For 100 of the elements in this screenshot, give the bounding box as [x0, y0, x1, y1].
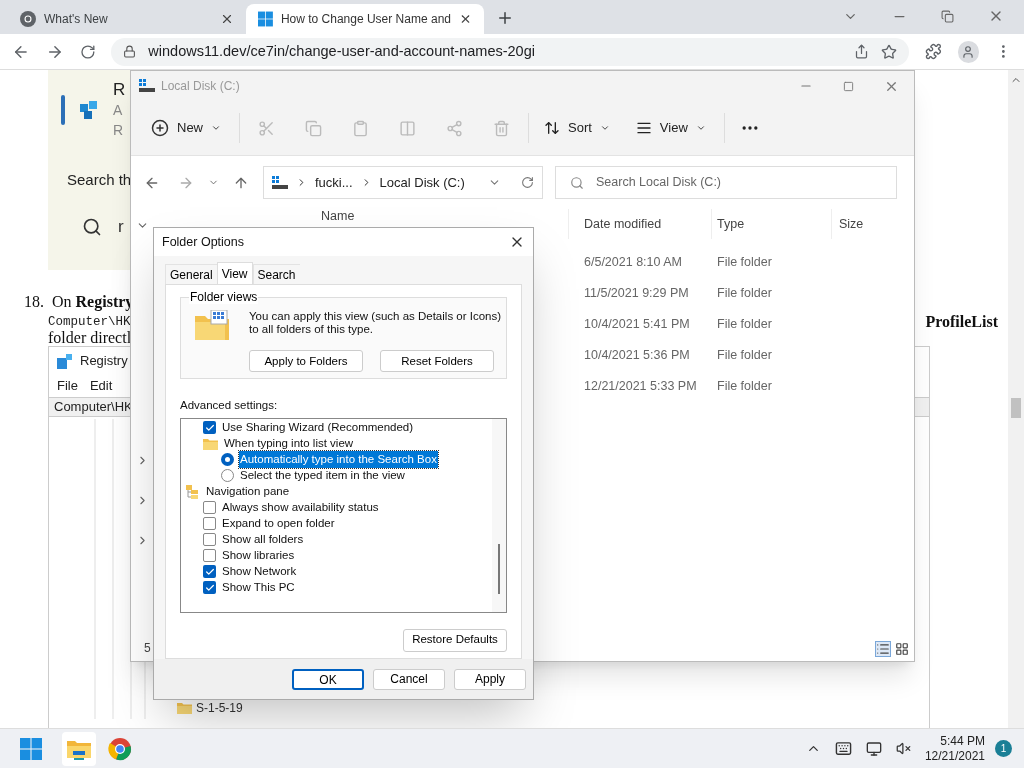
checkbox[interactable]	[203, 549, 216, 563]
clock-time: 5:44 PM	[940, 733, 985, 749]
close-icon[interactable]	[459, 12, 472, 26]
date-cell-text: 12/21/2021 5:33 PM	[583, 378, 698, 396]
url-text: windows11.dev/ce7in/change-user-and-account-names-20gi	[148, 41, 536, 61]
folder-view-button[interactable]: Reset Folders	[380, 350, 494, 373]
checkbox[interactable]	[203, 421, 216, 435]
share-icon[interactable]	[853, 44, 869, 59]
checkbox[interactable]	[203, 517, 216, 531]
clock-date: 12/21/2021	[924, 748, 985, 764]
setting-label: When typing into list view	[223, 435, 355, 451]
menu-item[interactable]: Edit	[89, 376, 113, 396]
code-path: Computer\HK	[48, 313, 131, 331]
dialog-tab[interactable]: View	[216, 262, 253, 285]
browser-tab[interactable]: How to Change User Name and	[246, 4, 484, 34]
clock[interactable]: 5:44 PM 12/21/2021	[924, 733, 985, 764]
search-icon	[570, 175, 584, 190]
checkbox[interactable]	[203, 581, 216, 595]
keyboard-icon[interactable]	[834, 740, 852, 757]
chrome-taskbar-icon[interactable]	[108, 736, 132, 761]
sort-arrows-icon	[544, 120, 560, 136]
bookmark-star-icon[interactable]	[880, 43, 897, 60]
search-heading: Search th	[67, 171, 132, 188]
window-title: Local Disk (C:)	[161, 78, 240, 95]
address-bar[interactable]: windows11.dev/ce7in/change-user-and-account-names-20gi	[111, 37, 909, 66]
card-text: A	[113, 101, 124, 120]
windows-logo-icon	[258, 11, 273, 27]
checkbox[interactable]	[203, 565, 216, 579]
folder-view-button[interactable]: Apply to Folders	[249, 350, 363, 373]
column-header[interactable]: Size	[831, 209, 911, 239]
setting-label: Use Sharing Wizard (Recommended)	[221, 419, 415, 435]
drive-icon	[139, 79, 155, 93]
dialog-button[interactable]: Cancel	[373, 668, 445, 690]
body-text: folder directl	[48, 328, 132, 348]
file-explorer-taskbar-icon[interactable]	[62, 731, 96, 766]
setting-label: Show all folders	[221, 531, 305, 547]
dialog-title: Folder Options	[162, 233, 245, 251]
setting-label: Show This PC	[221, 579, 296, 595]
search-field[interactable]: Search Local Disk (C:)	[555, 166, 897, 199]
browser-tab[interactable]: What's New	[8, 4, 246, 34]
type-cell-text: File folder	[716, 285, 773, 303]
restore-icon[interactable]	[941, 9, 954, 23]
drive-icon	[272, 175, 288, 190]
type-cell-text: File folder	[716, 316, 773, 334]
tiles-view-icon[interactable]	[895, 642, 909, 656]
caret-icon	[211, 123, 221, 133]
menu-item[interactable]: File	[57, 376, 78, 396]
sort-button[interactable]: Sort	[544, 118, 610, 138]
new-tab-icon[interactable]	[496, 9, 514, 27]
folder-icon	[177, 702, 192, 714]
type-cell-text: File folder	[716, 347, 773, 365]
checkbox[interactable]	[203, 501, 216, 515]
chrome-logo-icon	[20, 11, 36, 27]
dialog-button[interactable]: OK	[292, 668, 364, 690]
caret-icon	[695, 123, 706, 133]
refresh-icon[interactable]	[521, 176, 534, 189]
radio-button[interactable]	[221, 453, 234, 467]
reload-icon[interactable]	[79, 43, 96, 60]
checkbox[interactable]	[203, 533, 216, 547]
column-header[interactable]: Date modified	[568, 209, 711, 239]
lines-icon	[635, 120, 652, 136]
radio-button[interactable]	[221, 469, 234, 483]
type-cell-text: File folder	[716, 254, 773, 272]
date-cell-text: 10/4/2021 5:41 PM	[583, 316, 691, 334]
date-cell-text: 11/5/2021 9:29 PM	[583, 285, 690, 303]
dialog-button[interactable]: Apply	[454, 668, 526, 690]
setting-label: Always show availability status	[221, 499, 380, 515]
group-legend: Folder views	[189, 290, 259, 305]
notification-badge[interactable]: 1	[995, 740, 1012, 757]
search-text: r	[118, 216, 124, 238]
folder-icon	[203, 437, 218, 450]
column-header[interactable]: Type	[711, 209, 831, 239]
setting-label: Expand to open folder	[221, 515, 336, 531]
breadcrumb-item[interactable]: Local Disk (C:)	[379, 172, 465, 193]
card-text: R	[113, 80, 126, 100]
caret-icon	[599, 123, 610, 133]
close-icon[interactable]	[220, 12, 234, 26]
search-icon	[82, 216, 102, 237]
restore-defaults-button[interactable]: Restore Defaults	[403, 628, 507, 652]
scroll-thumb[interactable]	[1011, 398, 1021, 418]
profile-avatar[interactable]	[957, 40, 980, 63]
scroll-thumb[interactable]	[498, 543, 500, 594]
accent-bar	[61, 95, 65, 125]
setting-label: Select the typed item in the view	[239, 467, 406, 483]
new-button[interactable]: New	[151, 118, 221, 138]
address-bar[interactable]: fucki... Local Disk (C:)	[263, 166, 543, 199]
details-view-icon[interactable]	[875, 641, 891, 657]
breadcrumb-item[interactable]: fucki...	[315, 172, 353, 193]
add-icon	[151, 119, 169, 137]
registry-key[interactable]: S-1-5-19	[196, 699, 243, 717]
maximize-icon[interactable]	[843, 80, 854, 92]
view-button[interactable]: View	[635, 118, 706, 138]
advanced-settings-label: Advanced settings:	[180, 398, 279, 414]
navigation-pane-icon	[185, 484, 200, 499]
lock-icon	[123, 45, 137, 58]
network-icon[interactable]	[865, 740, 882, 757]
extensions-icon[interactable]	[924, 43, 942, 60]
speaker-muted-icon[interactable]	[895, 741, 911, 756]
step-number: 18.	[24, 292, 44, 312]
start-icon[interactable]	[20, 737, 42, 760]
